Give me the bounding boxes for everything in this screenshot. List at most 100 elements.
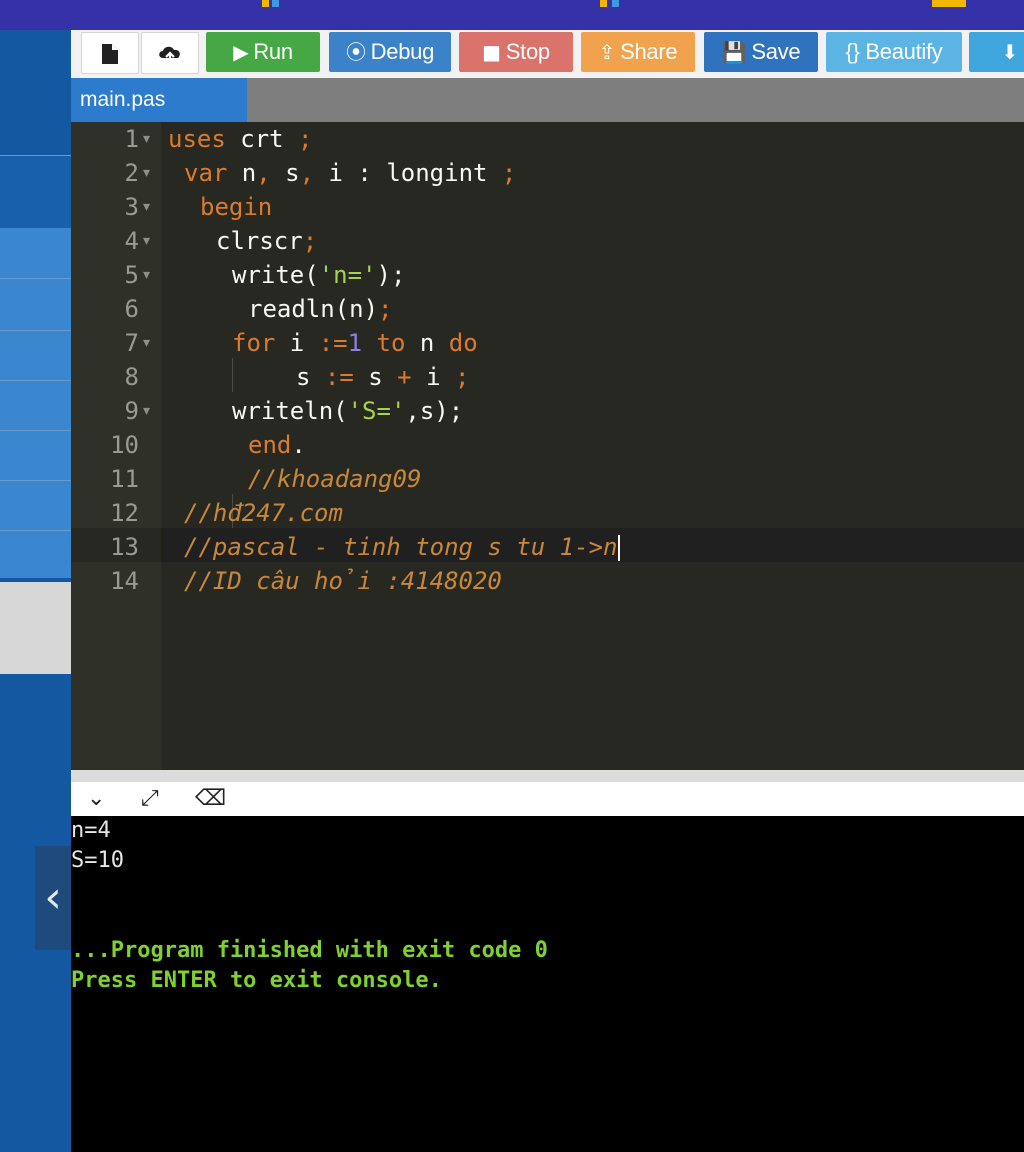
code-token: := bbox=[318, 329, 348, 357]
share-icon: ⇪ bbox=[598, 40, 616, 64]
fold-arrow-icon[interactable]: ▾ bbox=[143, 326, 150, 360]
collapse-chevron-left-icon[interactable]: ‹ bbox=[35, 846, 71, 950]
code-token: 'n=' bbox=[318, 261, 377, 289]
output-console[interactable]: n=4 S=10 ...Program finished with exit cod… bbox=[71, 816, 1024, 1152]
expand-icon[interactable]: ⤢ bbox=[141, 782, 159, 816]
code-token: . bbox=[291, 431, 306, 459]
beautify-label: {} Beautify bbox=[845, 39, 943, 64]
code-text: var n, s, i : longint ; bbox=[184, 156, 516, 190]
code-token: for bbox=[232, 329, 276, 357]
console-line: ...Program finished with exit code 0 bbox=[71, 938, 548, 963]
stop-button[interactable]: ■ Stop bbox=[459, 32, 573, 72]
line-number: 7 bbox=[124, 329, 139, 357]
code-token: n bbox=[227, 159, 257, 187]
fold-arrow-icon[interactable]: ▾ bbox=[143, 394, 150, 428]
tab-main-pas[interactable]: main.pas bbox=[71, 78, 247, 122]
code-token: begin bbox=[200, 193, 273, 221]
file-tab-bar: main.pas bbox=[71, 78, 1024, 122]
code-token: ; bbox=[454, 363, 470, 391]
code-text: writeln('S=',s); bbox=[232, 394, 463, 428]
sidebar-panel bbox=[0, 228, 71, 578]
code-token: crt bbox=[225, 125, 299, 153]
code-text: begin bbox=[200, 190, 272, 224]
code-text: //pascal - tinh tong s tu 1->n bbox=[184, 530, 621, 564]
line-number: 8 bbox=[124, 363, 139, 391]
code-token: clrscr bbox=[216, 227, 303, 255]
upload-icon bbox=[159, 46, 180, 65]
share-label: Share bbox=[620, 39, 678, 64]
sidebar-item[interactable] bbox=[0, 30, 71, 155]
debug-icon: ⦿ bbox=[345, 40, 366, 64]
code-token: 1 bbox=[347, 329, 363, 357]
decor-mark bbox=[272, 0, 279, 7]
clear-console-icon[interactable]: ⌫ bbox=[195, 782, 226, 816]
code-token: ,s); bbox=[405, 397, 464, 425]
code-token: 'S=' bbox=[347, 397, 406, 425]
code-token: var bbox=[184, 159, 228, 187]
code-token: ; bbox=[298, 125, 313, 153]
code-token: //khoadang09 bbox=[248, 465, 422, 493]
code-text: //ID câu hỏi :4148020 bbox=[184, 564, 502, 598]
code-token: uses bbox=[168, 125, 226, 153]
fold-arrow-icon[interactable]: ▾ bbox=[143, 190, 150, 224]
download-icon: ⬇ bbox=[1001, 40, 1019, 64]
save-label: Save bbox=[751, 39, 801, 64]
code-text: //hđ247.com bbox=[184, 496, 343, 530]
fold-arrow-icon[interactable]: ▾ bbox=[143, 156, 150, 190]
text-cursor bbox=[618, 535, 621, 561]
code-text: readln(n); bbox=[248, 292, 393, 326]
code-token: i : longint bbox=[314, 159, 502, 187]
play-icon: ▶ bbox=[233, 40, 249, 64]
toolbar: ▶ Run ⦿ Debug ■ Stop ⇪ Share 💾 Save {} Beauti… bbox=[71, 30, 1024, 78]
debug-button[interactable]: ⦿ Debug bbox=[329, 32, 451, 72]
line-number: 11 bbox=[110, 465, 139, 493]
code-text: uses crt ; bbox=[168, 122, 313, 156]
console-toolbar: ⌄ ⤢ ⌫ bbox=[71, 782, 1024, 816]
pane-splitter[interactable] bbox=[71, 770, 1024, 782]
code-text: end. bbox=[248, 428, 306, 462]
code-token: , bbox=[256, 159, 271, 187]
decor-mark bbox=[612, 0, 619, 7]
code-token: ); bbox=[376, 261, 406, 289]
download-button[interactable]: ⬇ bbox=[969, 32, 1024, 72]
sidebar-item[interactable] bbox=[0, 156, 71, 228]
line-number: 4 bbox=[124, 227, 139, 255]
code-token: n bbox=[405, 329, 449, 357]
fold-arrow-icon[interactable]: ▾ bbox=[143, 224, 150, 258]
code-token: write( bbox=[232, 261, 319, 289]
beautify-button[interactable]: {} Beautify bbox=[826, 32, 962, 72]
share-button[interactable]: ⇪ Share bbox=[581, 32, 695, 72]
code-text: //khoadang09 bbox=[248, 462, 421, 496]
fold-arrow-icon[interactable]: ▾ bbox=[143, 122, 150, 156]
chevron-down-icon[interactable]: ⌄ bbox=[87, 782, 105, 816]
new-file-button[interactable] bbox=[81, 32, 139, 74]
line-number: 13 bbox=[110, 533, 139, 561]
code-token: i bbox=[275, 329, 319, 357]
decor-mark bbox=[262, 0, 269, 7]
console-line: n=4 bbox=[71, 818, 111, 843]
code-editor[interactable]: 1 ▾ uses crt ; 2 ▾ var n, s, i : longint ; 3 ▾ b… bbox=[71, 122, 1024, 770]
sidebar-blank bbox=[0, 582, 71, 674]
code-token: s bbox=[270, 159, 300, 187]
save-button[interactable]: 💾 Save bbox=[704, 32, 818, 72]
code-token: s bbox=[353, 363, 398, 391]
console-line: Press ENTER to exit console. bbox=[71, 968, 442, 993]
run-label: Run bbox=[253, 39, 293, 64]
line-number: 1 bbox=[124, 125, 139, 153]
run-button[interactable]: ▶ Run bbox=[206, 32, 320, 72]
console-line: S=10 bbox=[71, 848, 124, 873]
code-token: //pascal - tinh tong s tu 1->n bbox=[184, 533, 618, 561]
file-icon bbox=[102, 44, 118, 65]
decor-mark bbox=[932, 0, 966, 7]
left-sidebar bbox=[0, 30, 71, 1152]
line-number: 3 bbox=[124, 193, 139, 221]
fold-arrow-icon[interactable]: ▾ bbox=[143, 258, 150, 292]
code-token: i bbox=[411, 363, 455, 391]
line-number: 10 bbox=[110, 431, 139, 459]
indent-guide bbox=[232, 358, 233, 392]
line-number: 12 bbox=[110, 499, 139, 527]
line-number: 5 bbox=[124, 261, 139, 289]
code-token: ; bbox=[501, 159, 517, 187]
upload-button[interactable] bbox=[141, 32, 199, 74]
code-token: + bbox=[397, 363, 412, 391]
